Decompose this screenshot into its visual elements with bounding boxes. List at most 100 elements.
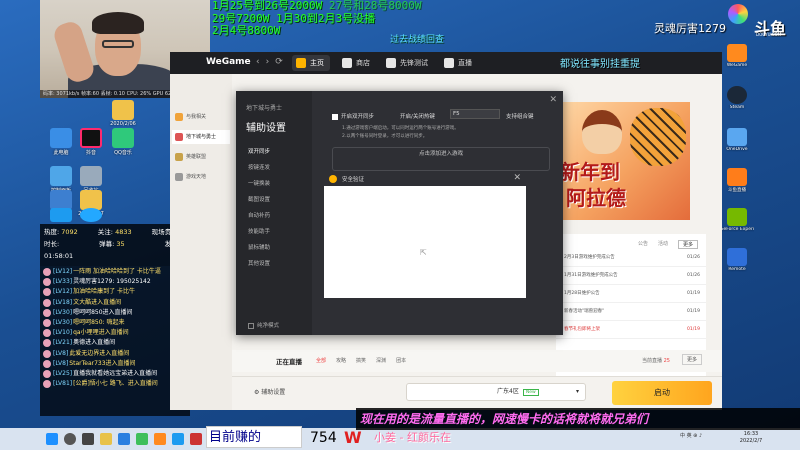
add-game-button[interactable]: 点击添加进入游戏	[332, 147, 550, 171]
news-row[interactable]: 新春活动"瑞兽迎春" 01/19	[556, 303, 706, 321]
assist-nav-item[interactable]: 一键换装	[248, 179, 270, 187]
desktop-icon-this-pc[interactable]: 此电脑	[44, 128, 78, 156]
recycle-bin-icon	[80, 166, 102, 186]
file-explorer-icon[interactable]	[100, 433, 112, 445]
assist-nav-item[interactable]: 其他设置	[248, 259, 270, 267]
dual-sync-checkbox[interactable]: 开启双开同步	[332, 112, 374, 120]
popup-header: 安全验证 ✕	[324, 172, 526, 186]
tab-live[interactable]: 直播	[440, 55, 478, 71]
assist-nav-item[interactable]: 双开同步	[248, 147, 270, 155]
desktop-icon-douyin[interactable]: 抖音	[74, 128, 108, 156]
character-art	[582, 110, 622, 154]
assist-nav-item[interactable]: 技能助手	[248, 227, 270, 235]
sidebar-item-mine[interactable]: 与我相关	[172, 110, 230, 124]
qqmusic-icon	[112, 128, 134, 148]
desktop-icon-remote[interactable]: Remote	[720, 248, 754, 272]
chat-text: 直播我就看她远宝弟进入直播间	[73, 369, 158, 377]
nav-arrows[interactable]: ‹›⟳	[256, 57, 289, 67]
desktop-icon-wegame[interactable]: WeGame	[720, 44, 754, 68]
desktop-icon-douyu[interactable]: 斗鱼直播	[720, 168, 754, 193]
news-row[interactable]: 2月3日游戏维护完成公告 01/26	[556, 249, 706, 267]
event-banner[interactable]: 新年到 阿拉德	[556, 102, 690, 220]
chat-message: [LV12] 一阵雨 加油哈哈哈到了 卡比牛逼	[43, 268, 187, 276]
live-title: 正在直播	[276, 358, 302, 366]
start-game-button[interactable]: 启动	[612, 381, 712, 405]
desktop-icon-qq[interactable]	[44, 208, 78, 223]
sidebar-item-dnf[interactable]: 地下城与勇士	[172, 130, 230, 144]
live-cat[interactable]: 深渊	[376, 357, 386, 364]
avatar	[43, 380, 51, 389]
user-level: [LV12]	[53, 288, 73, 296]
avatar	[43, 329, 51, 338]
live-cat[interactable]: 攻略	[336, 357, 346, 364]
checkbox-icon	[248, 322, 254, 329]
assist-nav-item[interactable]: 鼠标辅助	[248, 243, 270, 251]
assist-nav-item[interactable]: 按键连发	[248, 163, 270, 171]
assist-settings-link[interactable]: ⚙ 辅助设置	[254, 387, 285, 396]
chat-message: [LV12] 加油哈哈康到了 卡比牛	[43, 288, 187, 297]
news-row[interactable]: 春节礼包即将上架 01/19	[556, 321, 706, 339]
chat-text: 嗯呵呵850进入直播间	[73, 308, 133, 316]
app-icon[interactable]	[136, 433, 148, 445]
obs-icon[interactable]	[190, 433, 202, 445]
live-cat[interactable]: 团本	[396, 357, 406, 364]
search-icon[interactable]	[64, 433, 76, 445]
desktop-icon-qq-browser[interactable]	[74, 208, 108, 223]
wegame-icon[interactable]	[154, 433, 166, 445]
user-level: [LV8]	[53, 359, 69, 367]
qq-icon[interactable]	[172, 433, 184, 445]
desktop-icon-steam[interactable]: Steam	[720, 86, 754, 110]
hotkey-label: 开启/关闭热键	[400, 114, 435, 120]
close-icon[interactable]: ✕	[549, 95, 557, 105]
live-cat[interactable]: 全部	[316, 357, 326, 364]
clock[interactable]: 16:33 2022/2/7	[736, 431, 766, 445]
start-menu-icon[interactable]	[46, 433, 58, 445]
news-row[interactable]: 1月28日维护公告 01/19	[556, 285, 706, 303]
server-select[interactable]: 广东4区 New ▾	[406, 383, 586, 401]
hotkey-input[interactable]: F5	[450, 109, 500, 119]
desktop-icon-qqmusic[interactable]: QQ音乐	[106, 128, 140, 156]
assist-nav-item[interactable]: 截图设置	[248, 195, 270, 203]
chat-message: [LV33] 灵魂厉害1279: 195025142	[43, 278, 187, 287]
live-categories: 全部 攻略 搞笑 深渊 团本	[316, 357, 406, 364]
desktop-icon-onedrive[interactable]: OneDrive	[720, 128, 754, 152]
news-title: 2月3日游戏维护完成公告	[564, 255, 615, 260]
close-icon[interactable]: ✕	[513, 173, 521, 183]
pure-mode-checkbox[interactable]: 纯净模式	[248, 321, 279, 329]
chat-text: 加油哈哈康到了 卡比牛	[73, 288, 136, 296]
user-level: [LV25]	[53, 369, 73, 377]
nvidia-icon	[727, 208, 747, 226]
user-level: [LV18]	[53, 298, 73, 306]
news-date: 01/26	[687, 273, 700, 278]
news-more-button[interactable]: 更多	[677, 240, 698, 249]
desktop-icon-folder-0206[interactable]: 2020/2/06	[106, 100, 140, 127]
task-view-icon[interactable]	[82, 433, 94, 445]
news-tab-notice[interactable]: 公告	[638, 240, 648, 249]
star-icon	[175, 113, 183, 121]
news-title: 春节礼包即将上架	[564, 327, 600, 332]
remote-icon	[727, 248, 747, 266]
chat-message: [LV8] 此爱无边界进入直播间	[43, 349, 187, 358]
security-popup: 安全验证 ✕ ⇱	[323, 171, 527, 299]
network-icon	[50, 190, 72, 210]
chat-message: [LV25] 直播我就看她远宝弟进入直播间	[43, 369, 187, 378]
chat-text: [公爵]悟小七 路飞、进入直播间	[73, 380, 158, 388]
edge-icon[interactable]	[118, 433, 130, 445]
tab-beta[interactable]: 先锋测试	[382, 55, 434, 71]
live-cat[interactable]: 搞笑	[356, 357, 366, 364]
assist-nav-item[interactable]: 自动补药	[248, 211, 270, 219]
news-list: 2月3日游戏维护完成公告 01/26 1月31日游戏维护完成公告 01/26 1月28日…	[556, 249, 706, 339]
live-more-button[interactable]: 更多	[682, 354, 703, 365]
news-row[interactable]: 1月31日游戏维护完成公告 01/26	[556, 267, 706, 285]
cursor-icon: ⇱	[420, 248, 427, 257]
desktop-icon-geforce[interactable]: GeForce Experience	[720, 208, 754, 232]
tab-home[interactable]: 主页	[292, 55, 330, 71]
news-tab-events[interactable]: 活动	[658, 240, 668, 249]
sidebar-item-games[interactable]: 游戏天地	[172, 170, 230, 184]
tab-store[interactable]: 商店	[338, 55, 376, 71]
sidebar-item-lol[interactable]: 英雄联盟	[172, 150, 230, 164]
banner-line-2: 阿拉德	[566, 186, 626, 210]
system-tray[interactable]: 中 英 ⊕ ♪	[680, 432, 702, 439]
schedule-line: 1月25号到26号2000W 27号和28号8000W	[212, 0, 422, 12]
avatar	[43, 318, 51, 327]
